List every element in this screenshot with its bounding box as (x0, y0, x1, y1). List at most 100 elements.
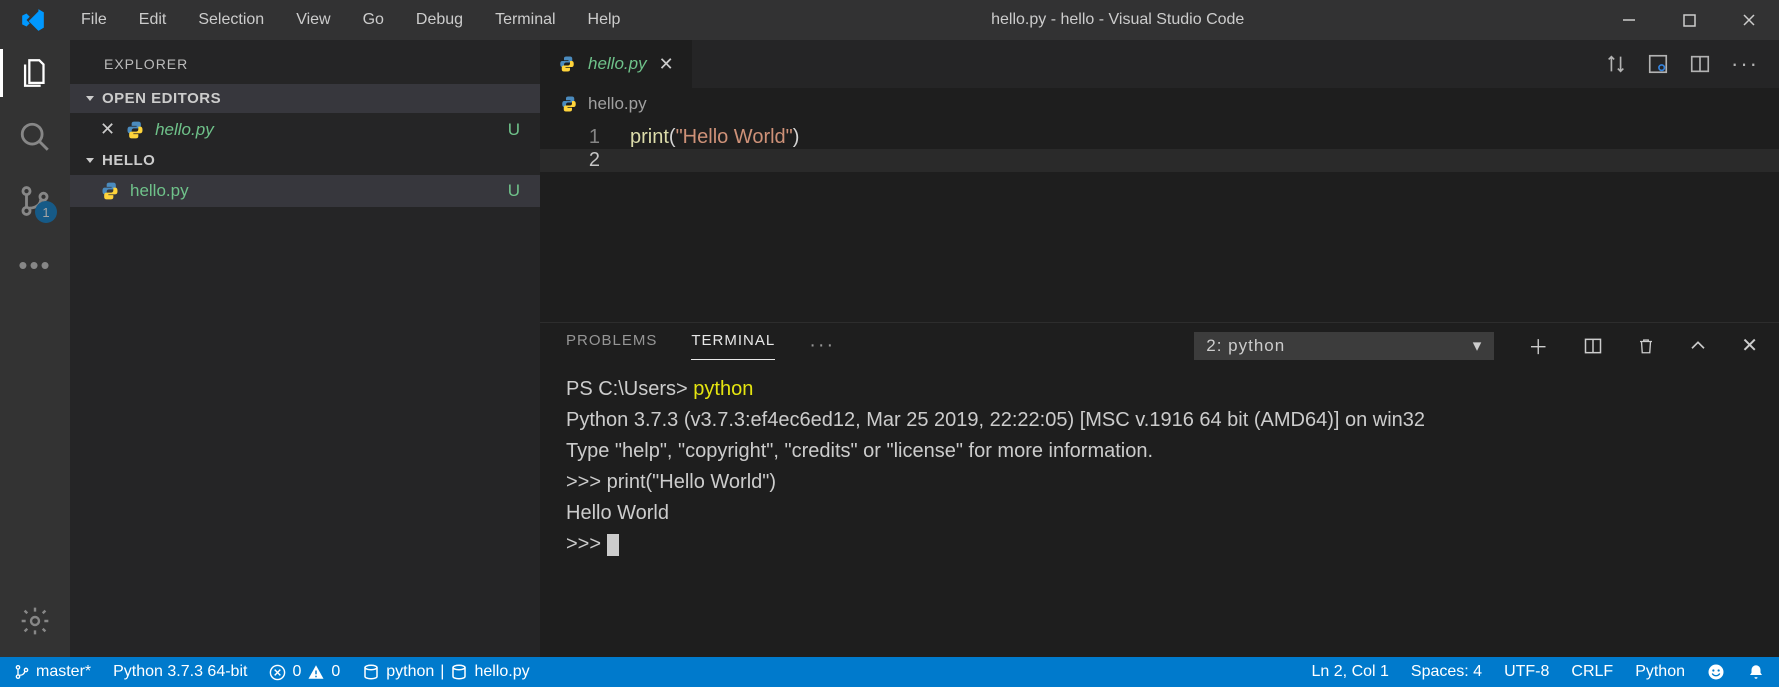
open-editor-item[interactable]: ✕ hello.py U (70, 113, 540, 146)
feedback-icon[interactable] (1707, 663, 1725, 681)
terminal-tab[interactable]: TERMINAL (691, 332, 775, 360)
warnings-count: 0 (331, 663, 340, 681)
editor-actions: ··· (1605, 40, 1779, 88)
python-file-icon (100, 181, 120, 201)
close-panel-icon[interactable]: ✕ (1741, 333, 1759, 358)
menu-edit[interactable]: Edit (123, 0, 183, 40)
breadcrumb[interactable]: hello.py (540, 88, 1779, 120)
chevron-down-icon: ▾ (1473, 336, 1483, 356)
open-changes-icon[interactable] (1647, 53, 1669, 75)
maximize-button[interactable] (1659, 0, 1719, 40)
more-icon[interactable]: ••• (17, 247, 53, 283)
open-editors-section[interactable]: OPEN EDITORS (70, 84, 540, 113)
token-paren: ) (793, 126, 800, 148)
panel-tabs: PROBLEMS TERMINAL ··· 2: python ▾ ＋ ✕ (540, 323, 1779, 360)
menu-terminal[interactable]: Terminal (479, 0, 571, 40)
menu-go[interactable]: Go (347, 0, 400, 40)
kill-terminal-icon[interactable] (1637, 336, 1655, 356)
search-icon[interactable] (17, 119, 53, 155)
explorer-icon[interactable] (17, 55, 53, 91)
file-name: hello.py (155, 120, 214, 140)
errors-count: 0 (292, 663, 301, 681)
menu-file[interactable]: File (65, 0, 123, 40)
terminal-output[interactable]: PS C:\Users> python Python 3.7.3 (v3.7.3… (540, 360, 1779, 657)
code-line: 2 (540, 149, 1779, 172)
git-branch-status[interactable]: master* (14, 663, 91, 681)
tab-bar: hello.py ✕ ··· (540, 40, 1779, 88)
menu-help[interactable]: Help (572, 0, 637, 40)
terminal-line: >>> print("Hello World") (566, 467, 1753, 498)
notifications-icon[interactable] (1747, 663, 1765, 681)
close-button[interactable] (1719, 0, 1779, 40)
terminal-selector[interactable]: 2: python ▾ (1194, 332, 1494, 360)
terminal-line: PS C:\Users> (566, 378, 693, 400)
code-line: 1 print("Hello World") (540, 126, 1779, 149)
terminal-command: python (693, 378, 753, 400)
tab-close-icon[interactable]: ✕ (659, 54, 674, 75)
panel-more-icon[interactable]: ··· (809, 334, 835, 357)
menu-bar: File Edit Selection View Go Debug Termin… (65, 0, 636, 40)
window-title: hello.py - hello - Visual Studio Code (636, 11, 1599, 29)
title-bar: File Edit Selection View Go Debug Termin… (0, 0, 1779, 40)
terminal-line: >>> (566, 533, 607, 555)
cursor-position-status[interactable]: Ln 2, Col 1 (1312, 663, 1389, 681)
lsp-status[interactable]: python | hello.py (362, 663, 529, 681)
problems-status[interactable]: 0 0 (269, 663, 340, 681)
editor-group: hello.py ✕ ··· hello.py 1 print("Hello W… (540, 40, 1779, 657)
terminal-cursor (607, 534, 619, 556)
lsp-file-label: hello.py (474, 663, 529, 681)
tab-title: hello.py (588, 54, 647, 74)
python-file-icon (125, 120, 145, 140)
workspace-file-item[interactable]: hello.py U (70, 175, 540, 207)
open-editors-label: OPEN EDITORS (102, 90, 221, 107)
settings-gear-icon[interactable] (17, 603, 53, 639)
separator: | (440, 663, 444, 681)
vscode-logo-icon (0, 7, 65, 33)
scm-badge: 1 (35, 201, 57, 223)
menu-view[interactable]: View (280, 0, 346, 40)
workspace-section[interactable]: HELLO (70, 146, 540, 175)
more-actions-icon[interactable]: ··· (1731, 51, 1759, 77)
language-mode-status[interactable]: Python (1635, 663, 1685, 681)
lsp-label: python (386, 663, 434, 681)
branch-label: master* (36, 663, 91, 681)
split-editor-icon[interactable] (1689, 53, 1711, 75)
git-status-badge: U (508, 120, 520, 140)
close-icon[interactable]: ✕ (100, 119, 115, 140)
maximize-panel-icon[interactable] (1689, 337, 1707, 355)
line-number: 1 (540, 126, 630, 149)
eol-status[interactable]: CRLF (1571, 663, 1613, 681)
minimize-button[interactable] (1599, 0, 1659, 40)
code-editor[interactable]: 1 print("Hello World") 2 (540, 120, 1779, 322)
git-status-badge: U (508, 181, 520, 201)
breadcrumb-item: hello.py (588, 94, 647, 114)
split-terminal-icon[interactable] (1583, 336, 1603, 356)
activity-bar: 1 ••• (0, 40, 70, 657)
compare-changes-icon[interactable] (1605, 53, 1627, 75)
window-controls (1599, 0, 1779, 40)
workspace-label: HELLO (102, 152, 155, 169)
token-function: print (630, 126, 669, 148)
file-name: hello.py (130, 181, 189, 201)
sidebar-title: EXPLORER (70, 40, 540, 84)
source-control-icon[interactable]: 1 (17, 183, 53, 219)
menu-selection[interactable]: Selection (182, 0, 280, 40)
terminal-line: Python 3.7.3 (v3.7.3:ef4ec6ed12, Mar 25 … (566, 405, 1753, 436)
problems-tab[interactable]: PROBLEMS (566, 332, 657, 359)
token-string: "Hello World" (676, 126, 793, 148)
terminal-line: Type "help", "copyright", "credits" or "… (566, 436, 1753, 467)
line-number: 2 (540, 149, 630, 172)
editor-tab[interactable]: hello.py ✕ (540, 40, 693, 88)
encoding-status[interactable]: UTF-8 (1504, 663, 1549, 681)
terminal-line: Hello World (566, 498, 1753, 529)
explorer-sidebar: EXPLORER OPEN EDITORS ✕ hello.py U HELLO… (70, 40, 540, 657)
python-file-icon (560, 95, 578, 113)
new-terminal-icon[interactable]: ＋ (1528, 331, 1549, 360)
terminal-selector-label: 2: python (1206, 336, 1285, 356)
python-interpreter-status[interactable]: Python 3.7.3 64-bit (113, 663, 247, 681)
token-paren: ( (669, 126, 676, 148)
menu-debug[interactable]: Debug (400, 0, 479, 40)
status-bar: master* Python 3.7.3 64-bit 0 0 python |… (0, 657, 1779, 687)
panel: PROBLEMS TERMINAL ··· 2: python ▾ ＋ ✕ PS… (540, 322, 1779, 657)
indentation-status[interactable]: Spaces: 4 (1411, 663, 1482, 681)
